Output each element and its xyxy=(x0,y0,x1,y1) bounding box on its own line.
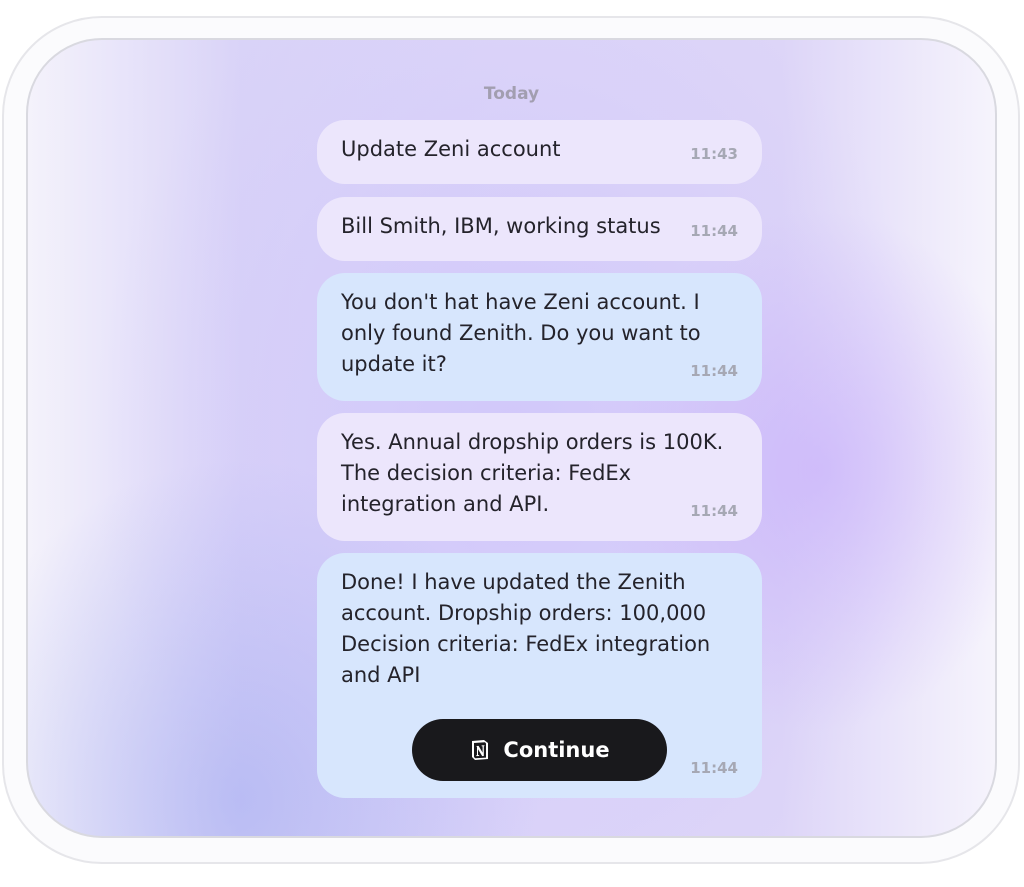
message-bubble-user: Yes. Annual dropship orders is 100K. The… xyxy=(317,413,762,541)
message-time: 11:44 xyxy=(690,759,738,777)
message-bubble-user: Update Zeni account 11:43 xyxy=(317,120,762,184)
message-time: 11:44 xyxy=(690,222,738,240)
message-bubble-assistant: You don't hat have Zeni account. I only … xyxy=(317,273,762,401)
notion-icon xyxy=(472,740,489,760)
continue-button-label: Continue xyxy=(503,737,610,762)
message-bubble-assistant: Done! I have updated the Zenith account.… xyxy=(317,553,762,798)
message-text: You don't hat have Zeni account. I only … xyxy=(341,290,701,376)
message-time: 11:44 xyxy=(690,502,738,520)
chat-panel: Today Update Zeni account 11:43 Bill Smi… xyxy=(26,38,997,838)
message-time: 11:44 xyxy=(690,362,738,380)
message-text: Bill Smith, IBM, working status xyxy=(341,214,661,238)
continue-button[interactable]: Continue xyxy=(412,719,667,781)
message-text: Yes. Annual dropship orders is 100K. The… xyxy=(341,430,724,516)
message-text: Done! I have updated the Zenith account.… xyxy=(341,570,711,687)
date-separator: Today xyxy=(483,84,540,104)
message-bubble-user: Bill Smith, IBM, working status 11:44 xyxy=(317,197,762,261)
message-time: 11:43 xyxy=(690,145,738,163)
message-text: Update Zeni account xyxy=(341,137,561,161)
